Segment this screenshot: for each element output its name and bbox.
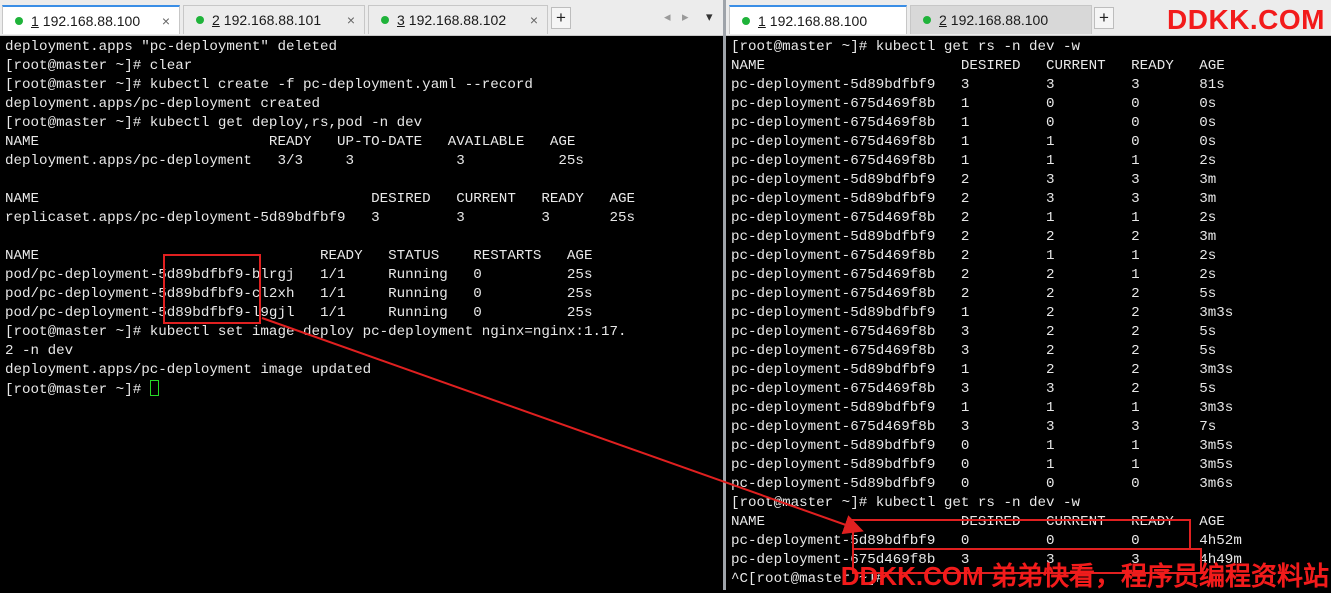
- replicaset-hash-highlight-box: [163, 254, 261, 324]
- tab-list-menu-icon[interactable]: ▾: [706, 9, 713, 25]
- terminal-line: pc-deployment-675d469f8b 1 1 0 0s: [731, 134, 1217, 150]
- tab-host-label: 192.168.88.102: [408, 12, 507, 28]
- terminal-line: pc-deployment-675d469f8b 3 2 2 5s: [731, 343, 1217, 359]
- left-tab-bar: 1 192.168.88.100 × 2 192.168.88.101 × 3 …: [0, 0, 723, 36]
- connected-status-icon: [742, 16, 750, 25]
- tab-right-1[interactable]: 1 192.168.88.100: [729, 5, 907, 34]
- tab-number: 2: [939, 12, 947, 28]
- tab-number: 1: [31, 12, 39, 29]
- shell-prompt: [root@master ~]#: [5, 382, 150, 398]
- tab-left-2[interactable]: 2 192.168.88.101 ×: [183, 5, 365, 34]
- terminal-line: deployment.apps "pc-deployment" deleted: [5, 39, 338, 55]
- terminal-line: pc-deployment-5d89bdfbf9 1 2 2 3m3s: [731, 305, 1234, 321]
- terminal-line: deployment.apps/pc-deployment created: [5, 96, 321, 112]
- terminal-line: pc-deployment-675d469f8b 2 2 1 2s: [731, 267, 1217, 283]
- close-tab-icon[interactable]: ×: [162, 13, 170, 29]
- terminal-line: pc-deployment-675d469f8b 1 0 0 0s: [731, 96, 1217, 112]
- watermark-caption: DDKK.COM 弟弟快看，程序员编程资料站: [840, 561, 1329, 591]
- tab-right-2[interactable]: 2 192.168.88.100: [910, 5, 1092, 34]
- tab-host-label: 192.168.88.101: [223, 12, 322, 28]
- terminal-cursor: [149, 380, 159, 396]
- terminal-line: replicaset.apps/pc-deployment-5d89bdfbf9…: [5, 210, 636, 226]
- terminal-line: pc-deployment-5d89bdfbf9 2 3 3 3m: [731, 172, 1217, 188]
- terminal-line: NAME DESIRED CURRENT READY AGE: [731, 58, 1225, 74]
- terminal-line: NAME READY UP-TO-DATE AVAILABLE AGE: [5, 134, 576, 150]
- terminal-line: pod/pc-deployment-5d89bdfbf9-l9gjl 1/1 R…: [5, 305, 593, 321]
- tab-scroll-right-icon[interactable]: ▸: [682, 9, 689, 25]
- right-terminal-output: [root@master ~]# kubectl get rs -n dev -…: [731, 38, 1242, 589]
- terminal-line: NAME READY STATUS RESTARTS AGE: [5, 248, 593, 264]
- terminal-line: pc-deployment-675d469f8b 3 3 2 5s: [731, 381, 1217, 397]
- connected-status-icon: [196, 16, 204, 24]
- right-terminal-pane[interactable]: [root@master ~]# kubectl get rs -n dev -…: [726, 36, 1331, 590]
- terminal-line: pc-deployment-5d89bdfbf9 3 3 3 81s: [731, 77, 1225, 93]
- connected-status-icon: [381, 16, 389, 24]
- tab-host-label: 192.168.88.100: [42, 12, 141, 29]
- terminal-line: pc-deployment-675d469f8b 3 2 2 5s: [731, 324, 1217, 340]
- terminal-line: [root@master ~]# kubectl create -f pc-de…: [5, 77, 533, 93]
- tab-number: 2: [212, 12, 220, 28]
- connected-status-icon: [15, 16, 23, 25]
- terminal-line: NAME DESIRED CURRENT READY AGE: [5, 191, 636, 207]
- terminal-line: pc-deployment-675d469f8b 2 1 1 2s: [731, 210, 1217, 226]
- terminal-line: pc-deployment-5d89bdfbf9 2 2 2 3m: [731, 229, 1217, 245]
- terminal-line: pc-deployment-5d89bdfbf9 0 1 1 3m5s: [731, 457, 1234, 473]
- terminal-line: 2 -n dev: [5, 343, 74, 359]
- terminal-line: pc-deployment-5d89bdfbf9 1 1 1 3m3s: [731, 400, 1234, 416]
- terminal-line: [root@master ~]# kubectl set image deplo…: [5, 324, 627, 340]
- terminal-line: pc-deployment-675d469f8b 2 1 1 2s: [731, 248, 1217, 264]
- terminal-line: pc-deployment-675d469f8b 1 0 0 0s: [731, 115, 1217, 131]
- add-tab-button[interactable]: +: [1094, 7, 1114, 29]
- terminal-line: pc-deployment-5d89bdfbf9 0 0 0 3m6s: [731, 476, 1234, 492]
- tab-number: 1: [758, 12, 766, 29]
- terminal-line: [root@master ~]# kubectl get deploy,rs,p…: [5, 115, 423, 131]
- connected-status-icon: [923, 16, 931, 24]
- tab-number: 3: [397, 12, 405, 28]
- terminal-line: deployment.apps/pc-deployment image upda…: [5, 362, 372, 378]
- close-tab-icon[interactable]: ×: [347, 12, 355, 28]
- old-replicaset-highlight-box: [852, 519, 1191, 550]
- left-terminal-pane[interactable]: deployment.apps "pc-deployment" deleted …: [0, 36, 723, 590]
- terminal-line: [root@master ~]# kubectl get rs -n dev -…: [731, 39, 1081, 55]
- terminal-line: pc-deployment-5d89bdfbf9 1 2 2 3m3s: [731, 362, 1234, 378]
- terminal-line: [root@master ~]# kubectl get rs -n dev -…: [731, 495, 1081, 511]
- terminal-line: pc-deployment-5d89bdfbf9 0 1 1 3m5s: [731, 438, 1234, 454]
- terminal-line: pc-deployment-675d469f8b 3 3 3 7s: [731, 419, 1217, 435]
- terminal-line: pc-deployment-5d89bdfbf9 2 3 3 3m: [731, 191, 1217, 207]
- tab-host-label: 192.168.88.100: [950, 12, 1049, 28]
- terminal-line: pod/pc-deployment-5d89bdfbf9-cl2xh 1/1 R…: [5, 286, 593, 302]
- terminal-line: pc-deployment-675d469f8b 2 2 2 5s: [731, 286, 1217, 302]
- terminal-line: [root@master ~]# clear: [5, 58, 193, 74]
- terminal-line: deployment.apps/pc-deployment 3/3 3 3 25…: [5, 153, 584, 169]
- tab-left-3[interactable]: 3 192.168.88.102 ×: [368, 5, 548, 34]
- tab-host-label: 192.168.88.100: [769, 12, 868, 29]
- terminal-line: pc-deployment-675d469f8b 1 1 1 2s: [731, 153, 1217, 169]
- add-tab-button[interactable]: +: [551, 7, 571, 29]
- watermark-logo: DDKK.COM: [1167, 4, 1325, 35]
- close-tab-icon[interactable]: ×: [530, 12, 538, 28]
- left-terminal-output: deployment.apps "pc-deployment" deleted …: [5, 38, 635, 400]
- tab-scroll-left-icon[interactable]: ◂: [664, 9, 671, 25]
- tab-left-1[interactable]: 1 192.168.88.100 ×: [2, 5, 180, 34]
- terminal-line: pod/pc-deployment-5d89bdfbf9-blrgj 1/1 R…: [5, 267, 593, 283]
